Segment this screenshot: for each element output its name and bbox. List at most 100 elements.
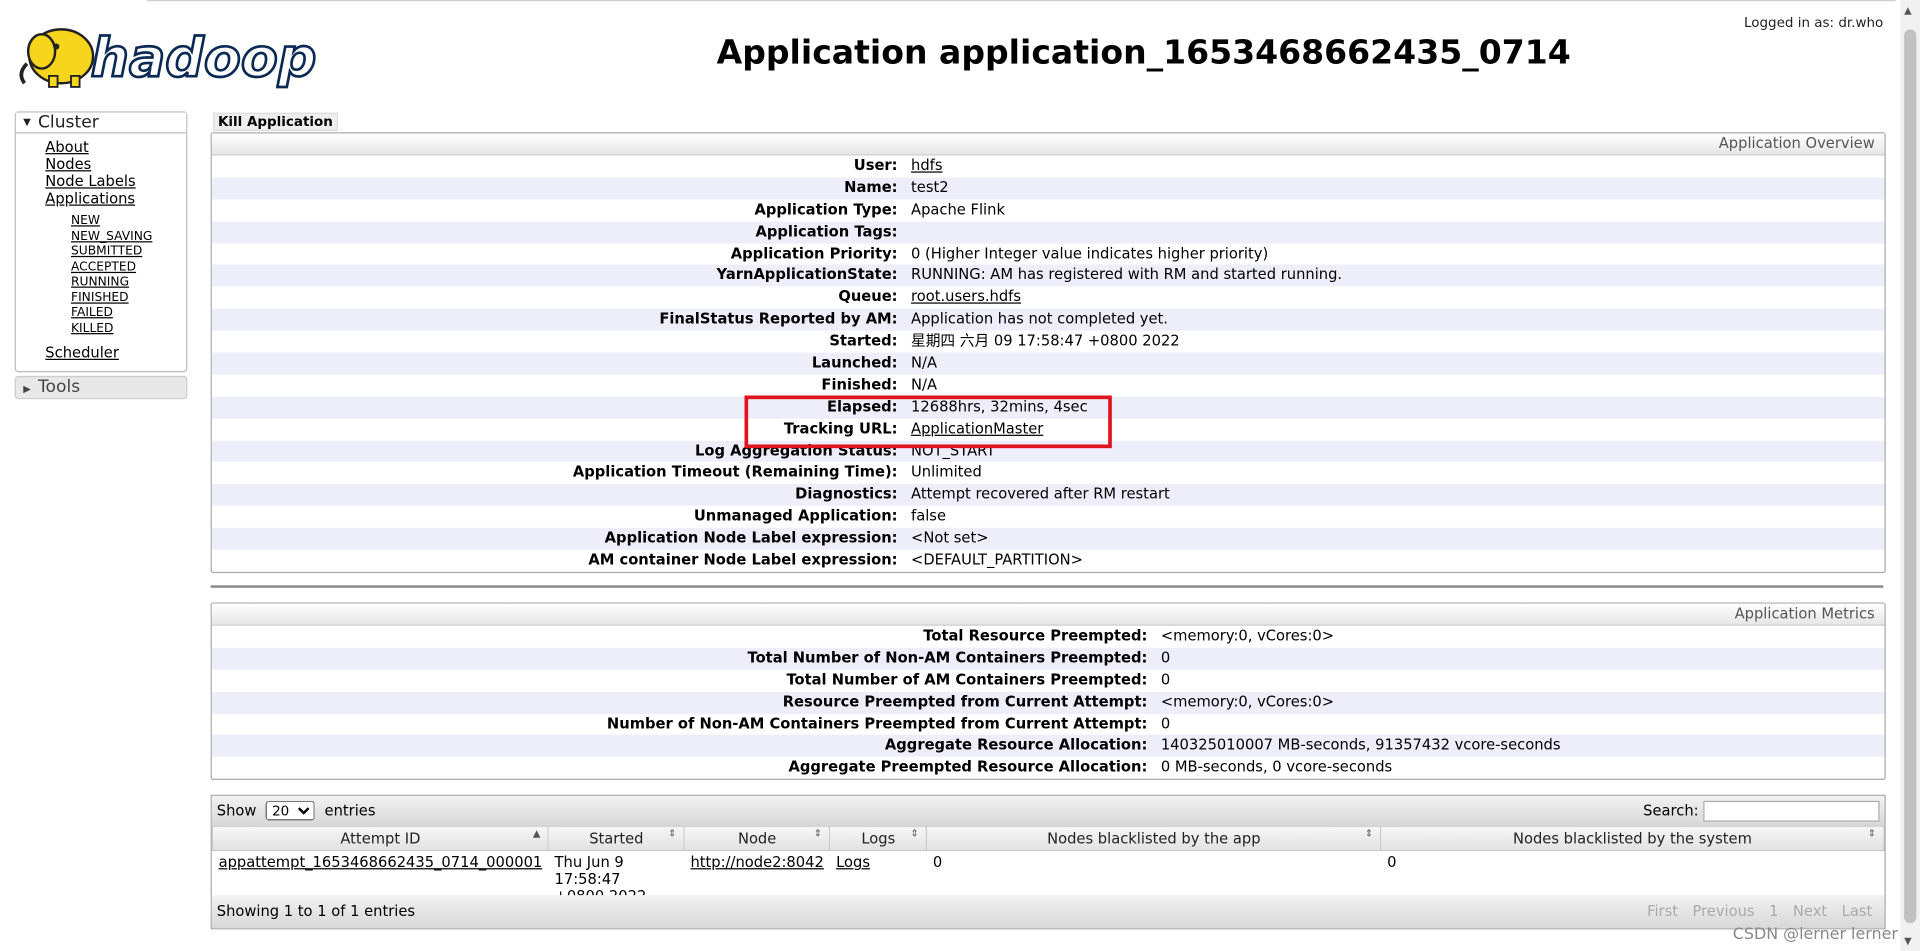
col-started[interactable]: Started ⇕ xyxy=(547,825,685,852)
node-link[interactable]: http://node2:8042 xyxy=(690,853,823,870)
attempt-id-link[interactable]: appattempt_1653468662435_0714_000001 xyxy=(219,853,543,870)
logo-wordmark: hadoop xyxy=(91,26,317,89)
overview-row: YarnApplicationState: RUNNING: AM has reg… xyxy=(211,265,1885,287)
overview-rows: User: hdfs Name: test2 Application Type: Apac… xyxy=(211,156,1885,572)
metrics-row: Number of Non-AM Containers Preempted fr… xyxy=(212,713,1885,735)
nav-link-nodes[interactable]: Nodes xyxy=(45,156,186,173)
pager-next[interactable]: Next xyxy=(1793,902,1827,919)
overview-key: Unmanaged Application: xyxy=(693,507,898,525)
kill-application-button[interactable]: Kill Application xyxy=(213,112,338,132)
sort-icon: ⇕ xyxy=(1364,827,1374,839)
collapsed-triangle-icon: ▶ xyxy=(23,383,31,395)
overview-value: root.users.hdfs xyxy=(911,287,1021,309)
table-toolbar: Show 20 entries Search: xyxy=(211,795,1885,826)
overview-key: Application Type: xyxy=(754,200,898,218)
sort-icon: ⇕ xyxy=(813,827,823,839)
nav-link-applications[interactable]: Applications xyxy=(45,190,186,207)
overview-key: Launched: xyxy=(811,353,898,372)
metrics-key: Total Number of AM Containers Preempted: xyxy=(786,670,1148,688)
nav-link-scheduler[interactable]: Scheduler xyxy=(45,344,186,361)
overview-row: FinalStatus Reported by AM: Application h… xyxy=(211,308,1885,331)
col-blacklist-app[interactable]: Nodes blacklisted by the app ⇕ xyxy=(926,825,1382,852)
overview-value: Application has not completed yet. xyxy=(911,310,1168,328)
app-state-links: NEW NEW_SAVING SUBMITTED ACCEPTED RUNNIN… xyxy=(45,207,186,344)
application-overview: Application Overview User: hdfs Name: test2… xyxy=(210,132,1886,573)
overview-key: Application Timeout (Remaining Time): xyxy=(572,463,898,481)
pager-first[interactable]: First xyxy=(1647,902,1678,919)
pager-page-1[interactable]: 1 xyxy=(1769,902,1778,919)
nav-state-failed[interactable]: FAILED xyxy=(71,306,186,321)
overview-row: Application Type: Apache Flink xyxy=(212,199,1885,221)
col-blacklist-system[interactable]: Nodes blacklisted by the system ⇕ xyxy=(1380,825,1885,852)
attempts-table-panel: Show 20 entries Search: Attempt ID ▲ Star… xyxy=(210,794,1886,930)
nav-state-new[interactable]: NEW xyxy=(71,214,186,229)
nav-state-running[interactable]: RUNNING xyxy=(71,276,186,291)
overview-value: Attempt recovered after RM restart xyxy=(911,485,1170,503)
vertical-scrollbar[interactable]: ▲ ▼ xyxy=(1900,0,1920,951)
overview-key: FinalStatus Reported by AM: xyxy=(659,310,898,328)
overview-value: test2 xyxy=(911,178,949,196)
entries-per-page-select[interactable]: 20 xyxy=(265,800,315,821)
metrics-key: Resource Preempted from Current Attempt: xyxy=(782,692,1148,710)
overview-value: 星期四 六月 09 17:58:47 +0800 2022 xyxy=(911,331,1180,350)
pager-last[interactable]: Last xyxy=(1842,902,1873,919)
pagination: First Previous 1 Next Last xyxy=(1637,895,1872,928)
pager-previous[interactable]: Previous xyxy=(1692,902,1754,919)
nav-state-submitted[interactable]: SUBMITTED xyxy=(71,245,186,260)
hadoop-logo[interactable]: hadoop xyxy=(15,15,319,91)
col-attempt-id[interactable]: Attempt ID ▲ xyxy=(211,825,550,852)
overview-key: User: xyxy=(853,156,898,174)
metrics-key: Total Number of Non-AM Containers Preemp… xyxy=(747,648,1148,666)
entries-label: entries xyxy=(324,802,376,820)
scrollbar-thumb[interactable] xyxy=(1904,29,1917,924)
hadoop-app-page: hadoop Logged in as: dr.who Application … xyxy=(0,0,1920,951)
metrics-row: Total Resource Preempted: <memory:0, vCor… xyxy=(212,626,1885,648)
overview-row: Application Timeout (Remaining Time): Unl… xyxy=(212,462,1885,484)
entries-summary: Showing 1 to 1 of 1 entries xyxy=(216,902,416,920)
highlight-annotation-box xyxy=(744,395,1112,449)
logs-link[interactable]: Logs xyxy=(836,853,870,870)
overview-header: Application Overview xyxy=(211,133,1885,156)
sort-icon: ⇕ xyxy=(1867,827,1876,839)
overview-key: Application Tags: xyxy=(755,222,898,240)
left-nav: ▼ Cluster About Nodes Node Labels Applica… xyxy=(14,111,188,400)
overview-key: Started: xyxy=(829,331,898,350)
overview-value-link[interactable]: root.users.hdfs xyxy=(911,288,1021,305)
tools-section[interactable]: ▶ Tools xyxy=(14,375,188,400)
top-divider xyxy=(146,0,1896,5)
metrics-key: Total Resource Preempted: xyxy=(923,626,1148,645)
nav-state-finished[interactable]: FINISHED xyxy=(71,291,186,306)
overview-value: hdfs xyxy=(911,156,942,178)
col-logs[interactable]: Logs ⇕ xyxy=(829,825,928,852)
overview-key: Finished: xyxy=(821,375,898,393)
metrics-key: Number of Non-AM Containers Preempted fr… xyxy=(606,714,1148,732)
overview-value-link[interactable]: hdfs xyxy=(911,157,942,174)
sort-asc-icon: ▲ xyxy=(532,827,541,839)
overview-value: 0 (Higher Integer value indicates higher… xyxy=(911,244,1269,262)
scroll-down-arrow-icon[interactable]: ▼ xyxy=(1904,936,1912,947)
section-divider xyxy=(210,585,1884,588)
nav-state-killed[interactable]: KILLED xyxy=(71,321,186,336)
overview-value: Apache Flink xyxy=(911,200,1005,218)
scroll-up-arrow-icon[interactable]: ▲ xyxy=(1904,5,1912,16)
overview-key: Diagnostics: xyxy=(795,485,898,503)
search-input[interactable] xyxy=(1703,800,1880,822)
cluster-header[interactable]: ▼ Cluster xyxy=(15,112,187,134)
nav-link-about[interactable]: About xyxy=(45,138,186,155)
table-header-row: Attempt ID ▲ Started ⇕ Node ⇕ Logs ⇕ Nodes b… xyxy=(211,825,1885,852)
metrics-key: Aggregate Resource Allocation: xyxy=(884,736,1148,754)
overview-key: Name: xyxy=(844,178,898,196)
nav-state-accepted[interactable]: ACCEPTED xyxy=(71,260,186,275)
overview-row: Application Node Label expression: <Not s… xyxy=(211,527,1885,550)
overview-value: Unlimited xyxy=(911,463,982,481)
overview-key: YarnApplicationState: xyxy=(716,266,898,284)
metrics-row: Aggregate Preempted Resource Allocation:… xyxy=(212,757,1885,779)
nav-state-new-saving[interactable]: NEW_SAVING xyxy=(71,230,186,245)
overview-key: Queue: xyxy=(838,288,898,306)
col-node[interactable]: Node ⇕ xyxy=(683,825,831,852)
metrics-row: Total Number of Non-AM Containers Preemp… xyxy=(211,647,1885,670)
metrics-rows: Total Resource Preempted: <memory:0, vCor… xyxy=(211,626,1885,779)
nav-link-node-labels[interactable]: Node Labels xyxy=(45,173,186,190)
overview-row: Application Tags: xyxy=(211,221,1885,244)
metrics-value: 140325010007 MB-seconds, 91357432 vcore-… xyxy=(1160,736,1561,754)
